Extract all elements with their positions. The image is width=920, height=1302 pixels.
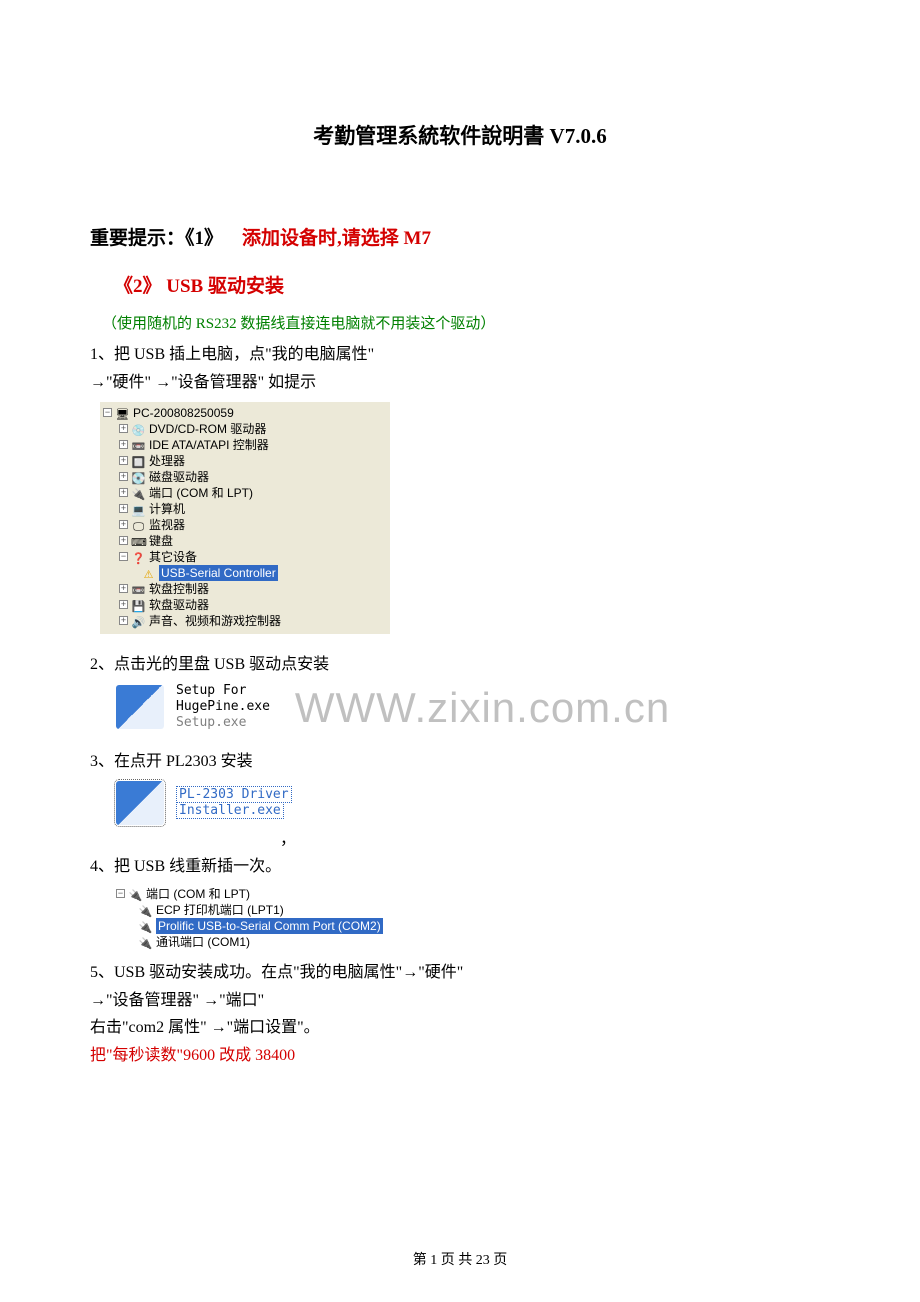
port-icon: 🔌 xyxy=(138,920,153,932)
ports-com1: 通讯端口 (COM1) xyxy=(156,934,250,950)
warning-icon: ⚠ xyxy=(141,567,156,579)
cd-icon: 💿 xyxy=(131,423,146,435)
ports-com2: Prolific USB-to-Serial Comm Port (COM2) xyxy=(156,918,383,934)
setup1-l1: Setup For xyxy=(176,683,270,699)
tree-plus-icon: + xyxy=(119,504,128,513)
monitor-icon: 🖵 xyxy=(131,519,146,531)
tree-item: 键盘 xyxy=(149,533,173,549)
step1-line-b: →"硬件" →"设备管理器" 如提示 xyxy=(90,370,830,396)
tree-plus-icon: + xyxy=(119,456,128,465)
tree-plus-icon: + xyxy=(119,472,128,481)
section-2-title: USB 驱动安装 xyxy=(166,276,284,297)
disk-icon: 💽 xyxy=(131,471,146,483)
device-manager-tree: − 🖥 PC-200808250059 +💿DVD/CD-ROM 驱动器 +📼I… xyxy=(100,402,390,634)
tree-item: 端口 (COM 和 LPT) xyxy=(149,485,253,501)
ports-tree: −🔌端口 (COM 和 LPT) 🔌ECP 打印机端口 (LPT1) 🔌Prol… xyxy=(116,886,830,950)
tree-minus-icon: − xyxy=(116,889,125,898)
setup-hugepine-row: Setup For HugePine.exe Setup.exe xyxy=(116,683,830,731)
tree-minus-icon: − xyxy=(119,552,128,561)
tree-item: 磁盘驱动器 xyxy=(149,469,209,485)
tree-item: 计算机 xyxy=(149,501,185,517)
rs232-note: （使用随机的 RS232 数据线直接连电脑就不用装这个驱动） xyxy=(102,312,830,336)
tree-plus-icon: + xyxy=(119,440,128,449)
tree-plus-icon: + xyxy=(119,520,128,529)
floppy-ctrl-icon: 📼 xyxy=(131,583,146,595)
port-icon: 🔌 xyxy=(138,936,153,948)
tree-plus-icon: + xyxy=(119,584,128,593)
setup1-l3: Setup.exe xyxy=(176,715,270,731)
tree-item: 处理器 xyxy=(149,453,185,469)
computer-icon: 🖥 xyxy=(115,407,130,419)
port-icon: 🔌 xyxy=(138,904,153,916)
tree-item: IDE ATA/ATAPI 控制器 xyxy=(149,437,269,453)
tree-minus-icon: − xyxy=(103,408,112,417)
tree-usb-serial: USB-Serial Controller xyxy=(159,565,278,581)
section-2-num: 《2》 xyxy=(114,276,162,297)
port-icon: 🔌 xyxy=(131,487,146,499)
step5-a: 5、USB 驱动安装成功。在点"我的电脑属性"→"硬件" xyxy=(90,960,830,986)
setup1-l2: HugePine.exe xyxy=(176,699,270,715)
important-prefix: 重要提示：《1》 xyxy=(90,228,223,249)
tree-item: 软盘控制器 xyxy=(149,581,209,597)
important-note: 重要提示：《1》 添加设备时,请选择 M7 xyxy=(90,224,830,254)
tree-item: 软盘驱动器 xyxy=(149,597,209,613)
port-icon: 🔌 xyxy=(128,888,143,900)
setup2-l2: Installer.exe xyxy=(176,802,284,819)
step5-d: 把"每秒读数"9600 改成 38400 xyxy=(90,1043,830,1069)
installer-icon xyxy=(116,781,164,825)
setup-pl2303-row: PL-2303 Driver Installer.exe xyxy=(116,781,830,825)
tree-plus-icon: + xyxy=(119,616,128,625)
question-icon: ❓ xyxy=(131,551,146,563)
document-title: 考勤管理系統软件說明書 V7.0.6 xyxy=(90,120,830,154)
step3-line: 3、在点开 PL2303 安装 xyxy=(90,749,830,775)
step5-b: →"设备管理器" →"端口" xyxy=(90,988,830,1014)
floppy-drive-icon: 💾 xyxy=(131,599,146,611)
tree-plus-icon: + xyxy=(119,536,128,545)
step4-line: 4、把 USB 线重新插一次。 xyxy=(90,854,830,880)
step2-line: 2、点击光的里盘 USB 驱动点安装 xyxy=(90,652,830,678)
step5-c: 右击"com2 属性" →"端口设置"。 xyxy=(90,1015,830,1041)
sound-icon: 🔊 xyxy=(131,615,146,627)
important-text: 添加设备时,请选择 M7 xyxy=(242,228,431,249)
section-2-heading: 《2》 USB 驱动安装 xyxy=(114,272,830,302)
step1-line-a: 1、把 USB 插上电脑，点"我的电脑属性" xyxy=(90,342,830,368)
tree-other-devices: 其它设备 xyxy=(149,549,197,565)
setup2-l1: PL-2303 Driver xyxy=(176,786,292,803)
cpu-icon: 🔲 xyxy=(131,455,146,467)
tree-item: 声音、视频和游戏控制器 xyxy=(149,613,281,629)
tree-item: DVD/CD-ROM 驱动器 xyxy=(149,421,266,437)
ports-lpt1: ECP 打印机端口 (LPT1) xyxy=(156,902,284,918)
ide-icon: 📼 xyxy=(131,439,146,451)
trailing-comma: ， xyxy=(280,827,830,853)
tree-root: PC-200808250059 xyxy=(133,405,234,421)
tree-plus-icon: + xyxy=(119,488,128,497)
keyboard-icon: ⌨ xyxy=(131,535,146,547)
ports-root: 端口 (COM 和 LPT) xyxy=(146,886,250,902)
tree-plus-icon: + xyxy=(119,424,128,433)
tree-item: 监视器 xyxy=(149,517,185,533)
pc-icon: 💻 xyxy=(131,503,146,515)
installer-icon xyxy=(116,685,164,729)
page-footer: 第 1 页 共 23 页 xyxy=(0,1250,920,1272)
tree-plus-icon: + xyxy=(119,600,128,609)
